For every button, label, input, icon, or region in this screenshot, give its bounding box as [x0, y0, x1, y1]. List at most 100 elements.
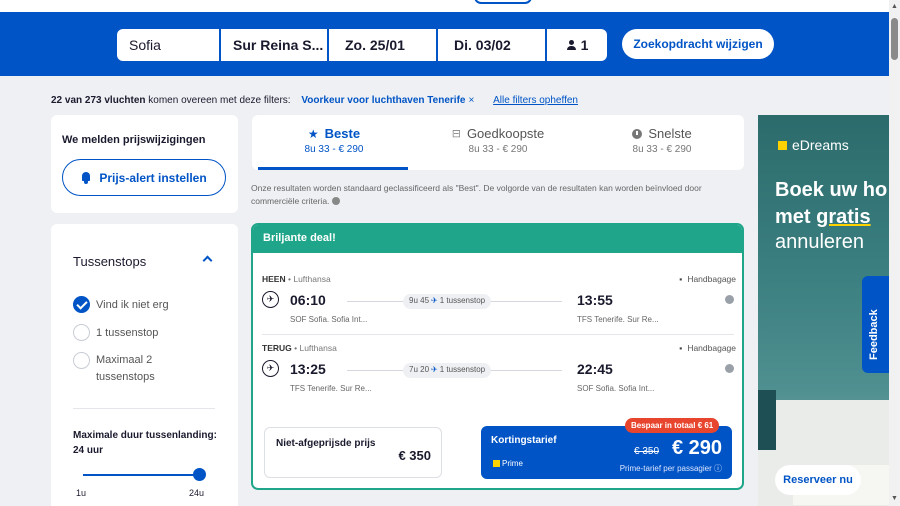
feedback-tab[interactable]: Feedback [862, 276, 889, 373]
flight-duration: 7u 20 [409, 365, 430, 374]
return-date-field[interactable]: Di. 03/02 [438, 29, 545, 61]
price-alert-card: We melden prijswijzigingen Prijs-alert i… [51, 115, 238, 213]
divider [262, 334, 734, 335]
departure-time: 13:25 [290, 361, 326, 377]
deal-header: Briljante deal! [253, 225, 742, 253]
slider-min-label: 1u [76, 488, 87, 498]
arrival-airport: TFS Tenerife. Sur Re... [577, 315, 659, 324]
tab-sub: 8u 33 - € 290 [468, 144, 528, 155]
ad-reserve-button[interactable]: Reserveer nu [775, 465, 861, 495]
filter-summary: 22 van 273 vluchten komen overeen met de… [51, 95, 578, 106]
stops-filter-card: Tussenstops Vind ik niet erg 1 tussensto… [51, 224, 238, 506]
bell-icon [81, 171, 91, 184]
radio-icon[interactable] [73, 352, 90, 369]
airline-name: Lufthansa [293, 274, 331, 284]
stops-option-label: 1 tussenstop [96, 327, 159, 339]
prime-price-value: € 290 [671, 437, 722, 459]
origin-field[interactable]: Sofia [117, 29, 219, 61]
duration-stops-pill: 7u 20 ✈ 1 tussenstop [403, 363, 492, 378]
destination-field[interactable]: Sur Reina S... [221, 29, 327, 61]
tab-label: Goedkoopste [466, 126, 545, 141]
person-icon [566, 40, 576, 50]
passengers-field[interactable]: 1 [547, 29, 607, 61]
leg-direction: TERUG [262, 343, 292, 353]
baggage-label: Handbagage [679, 274, 736, 284]
stops-option-label: Maximaal 2 tussenstops [96, 354, 155, 383]
departure-airport: SOF Sofia. Sofia Int... [290, 315, 368, 324]
departure-time: 06:10 [290, 292, 326, 308]
info-icon[interactable]: ⓘ [714, 464, 722, 473]
radio-icon[interactable] [73, 324, 90, 341]
layover-slider-track[interactable] [83, 474, 199, 476]
tab-best[interactable]: ★ Beste 8u 33 - € 290 [252, 115, 416, 170]
checked-radio-icon[interactable] [73, 296, 90, 313]
standard-price-box[interactable]: Niet-afgeprijsde prijs € 350 [264, 427, 442, 478]
stops-option-one[interactable]: 1 tussenstop [73, 324, 159, 341]
stop-count: 1 tussenstop [439, 365, 486, 374]
scrollbar-thumb[interactable] [891, 18, 898, 60]
flight-result-card[interactable]: Briljante deal! HEEN • Lufthansa Handbag… [251, 223, 744, 490]
standard-price-value: € 350 [398, 448, 431, 463]
tab-label: Snelste [648, 126, 692, 141]
price-tag-icon: ⊟ [451, 128, 461, 140]
top-strip [0, 0, 900, 12]
match-text: komen overeen met deze filters: [148, 95, 291, 106]
ad-brand-name: eDreams [792, 137, 849, 153]
stops-option-label: Vind ik niet erg [96, 299, 169, 311]
info-icon[interactable] [725, 364, 734, 373]
depart-date-field[interactable]: Zo. 25/01 [329, 29, 436, 61]
stops-title: Tussenstops [73, 254, 147, 269]
modify-search-button[interactable]: Zoekopdracht wijzigen [622, 29, 774, 59]
duration-stops-pill: 9u 45 ✈ 1 tussenstop [403, 294, 492, 309]
passenger-count: 1 [580, 37, 589, 53]
info-icon[interactable] [332, 197, 341, 206]
sort-note-text: Onze resultaten worden standaard geclass… [251, 183, 702, 206]
scroll-down-arrow[interactable]: ▼ [891, 495, 898, 502]
tab-cheapest[interactable]: ⊟ Goedkoopste 8u 33 - € 290 [416, 115, 580, 170]
stops-option-max-two[interactable]: Maximaal 2 tussenstops [73, 352, 186, 386]
standard-price-label: Niet-afgeprijsde prijs [276, 438, 376, 449]
sort-tabs: ★ Beste 8u 33 - € 290 ⊟ Goedkoopste 8u 33 … [252, 115, 744, 170]
sort-note: Onze resultaten worden standaard geclass… [251, 182, 741, 207]
ad-headline: Boek uw ho met gratis [775, 177, 887, 231]
ad-headline-line3: annuleren [775, 231, 864, 253]
scroll-up-arrow[interactable]: ▲ [891, 3, 898, 10]
clear-filters-link[interactable]: Alle filters opheffen [493, 95, 578, 106]
inbound-leg: TERUG • Lufthansa Handbagage ✈ 13:25 7u … [262, 343, 736, 393]
stop-count: 1 tussenstop [439, 296, 486, 305]
clock-icon [632, 128, 643, 139]
chevron-up-icon[interactable] [202, 255, 213, 266]
arrival-time: 22:45 [577, 361, 613, 377]
layover-slider-handle[interactable] [193, 468, 206, 481]
search-bar: Sofia Sur Reina S... Zo. 25/01 Di. 03/02… [0, 12, 889, 76]
divider [73, 408, 215, 409]
departure-airport: TFS Tenerife. Sur Re... [290, 384, 372, 393]
result-count: 22 van 273 vluchten [51, 95, 146, 106]
tab-sub: 8u 33 - € 290 [304, 144, 364, 155]
tab-sub: 8u 33 - € 290 [632, 144, 692, 155]
plane-icon: ✈ [431, 365, 438, 374]
info-icon[interactable] [725, 295, 734, 304]
flight-duration: 9u 45 [409, 296, 430, 305]
tab-fastest[interactable]: Snelste 8u 33 - € 290 [580, 115, 744, 170]
savings-badge: Bespaar in totaal € 61 [625, 418, 720, 433]
airline-logo-icon: ✈ [262, 291, 279, 308]
price-alert-title: We melden prijswijzigingen [62, 134, 206, 146]
prime-old-price: € 350 [634, 446, 660, 457]
stops-option-any[interactable]: Vind ik niet erg [73, 296, 169, 313]
scrollbar[interactable] [889, 0, 900, 506]
price-alert-button-label: Prijs-alert instellen [99, 170, 207, 185]
prime-logo: Prime [493, 459, 523, 468]
top-toggle-pill[interactable] [474, 0, 532, 4]
star-icon: ★ [307, 126, 319, 141]
airline-logo-icon: ✈ [262, 360, 279, 377]
ad-headline-line2b: gratis [816, 206, 871, 228]
edreams-logo-icon [778, 140, 787, 150]
active-filter-chip[interactable]: Voorkeur voor luchthaven Tenerife [301, 95, 465, 106]
remove-filter-icon[interactable]: × [468, 95, 474, 106]
prime-price-box[interactable]: Kortingstarief Prime € 350 € 290 Prime-t… [481, 426, 732, 479]
prime-price-label: Kortingstarief [491, 435, 557, 446]
prime-price-note: Prime-tarief per passagier ⓘ [620, 463, 722, 474]
ad-image-lamp [758, 390, 776, 450]
price-alert-button[interactable]: Prijs-alert instellen [62, 159, 226, 196]
